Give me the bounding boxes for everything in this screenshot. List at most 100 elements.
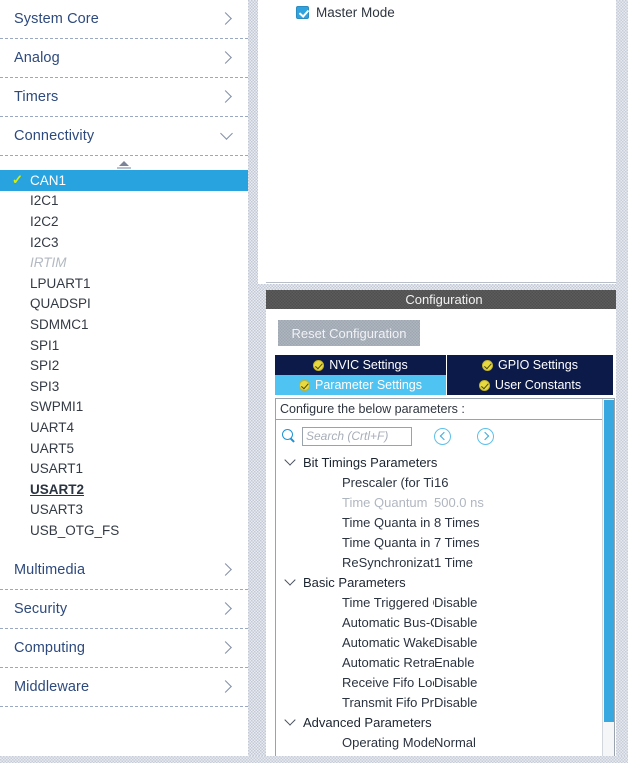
peripheral-list: ✓ CAN1 I2C1 I2C2 I2C3 IRTIM LPUART1 QUADSPI SDMM… (0, 170, 248, 541)
parameter-value[interactable]: Disable (434, 695, 614, 710)
chevron-right-icon (220, 641, 234, 655)
parameter-group-basic-parameters[interactable]: Basic Parameters (276, 572, 614, 592)
sidebar-item-usart2[interactable]: USART2 (0, 479, 248, 500)
tab-user-constants[interactable]: User Constants (447, 375, 613, 395)
scroll-up-bar (117, 166, 131, 169)
parameter-value[interactable]: Disable (434, 595, 614, 610)
sidebar-item-i2c2[interactable]: I2C2 (0, 211, 248, 232)
parameter-name: ReSynchronization Jump ... (342, 554, 434, 570)
sidebar-item-usb_otg_fs[interactable]: USB_OTG_FS (0, 520, 248, 541)
parameter-row[interactable]: Time Quanta in Bit Segm...8 Times (276, 512, 614, 532)
parameter-name: Automatic Retransmission (342, 654, 434, 670)
check-badge-icon (478, 379, 490, 391)
parameter-group-advanced-parameters[interactable]: Advanced Parameters (276, 712, 614, 732)
sidebar-item-label: SWPMI1 (30, 399, 84, 415)
parameter-value[interactable]: Disable (434, 615, 614, 630)
parameter-row[interactable]: Automatic Wake-Up ModeDisable (276, 632, 614, 652)
sidebar-item-label: IRTIM (30, 255, 67, 271)
chevron-right-icon (220, 12, 234, 26)
top-category-list: System Core Analog Timers Connectivity (0, 0, 248, 156)
sidebar-category-middleware[interactable]: Middleware (0, 668, 248, 707)
chevron-right-icon (220, 90, 234, 104)
category-label: Timers (14, 89, 59, 105)
sidebar-item-label: I2C3 (30, 234, 59, 250)
sidebar-category-security[interactable]: Security (0, 590, 248, 629)
parameter-scrollbar[interactable] (602, 399, 614, 757)
parameter-row[interactable]: Time Quanta in Bit Segm...7 Times (276, 532, 614, 552)
parameter-value[interactable]: Disable (434, 635, 614, 650)
check-badge-icon (299, 379, 310, 391)
tab-nvic-settings[interactable]: NVIC Settings (275, 355, 447, 375)
parameter-row[interactable]: Operating Mode Normal (276, 732, 614, 752)
sidebar-item-uart4[interactable]: UART4 (0, 417, 248, 438)
sidebar-item-label: SPI3 (30, 378, 60, 394)
parameter-row[interactable]: Time Triggered Communi...Disable (276, 592, 614, 612)
tab-gpio-settings[interactable]: GPIO Settings (447, 355, 613, 375)
parameter-row[interactable]: Receive Fifo Locked ModeDisable (276, 672, 614, 692)
category-label: Middleware (14, 678, 90, 695)
sidebar-item-label: USB_OTG_FS (30, 522, 120, 538)
parameter-group-bit-timings-parameters[interactable]: Bit Timings Parameters (276, 452, 614, 472)
parameter-row[interactable]: Transmit Fifo PriorityDisable (276, 692, 614, 712)
parameter-search-row (276, 420, 614, 452)
tab-parameter-settings[interactable]: Parameter Settings (275, 375, 447, 395)
parameter-name: Operating Mode (342, 734, 434, 750)
check-badge-icon (313, 359, 325, 371)
scroll-up-icon[interactable] (0, 156, 248, 170)
parameter-row[interactable]: Automatic RetransmissionEnable (276, 652, 614, 672)
parameter-value[interactable]: 8 Times (434, 515, 614, 530)
sidebar-category-connectivity[interactable]: Connectivity (0, 117, 248, 156)
sidebar-item-spi2[interactable]: SPI2 (0, 355, 248, 376)
parameter-row[interactable]: ReSynchronization Jump ...1 Time (276, 552, 614, 572)
parameter-value[interactable]: 7 Times (434, 535, 614, 550)
sidebar-item-label: I2C1 (30, 193, 59, 209)
tab-gpio-settings-label: GPIO Settings (498, 358, 578, 372)
right-panel: Master Mode Configuration Reset Configur… (258, 0, 628, 763)
sidebar-item-uart5[interactable]: UART5 (0, 438, 248, 459)
parameter-row[interactable]: Prescaler (for Time Quant...16 (276, 472, 614, 492)
sidebar-category-computing[interactable]: Computing (0, 629, 248, 668)
parameter-name: Time Quanta in Bit Segm... (342, 534, 434, 550)
sidebar-item-i2c3[interactable]: I2C3 (0, 232, 248, 253)
sidebar-item-label: USART2 (30, 481, 85, 497)
parameter-value: 500.0 ns (434, 494, 484, 510)
sidebar-item-label: UART5 (30, 440, 75, 456)
nav-forward-icon[interactable] (477, 427, 494, 445)
sidebar-item-spi3[interactable]: SPI3 (0, 376, 248, 397)
sidebar-item-irtim[interactable]: IRTIM (0, 252, 248, 273)
nav-back-icon[interactable] (434, 427, 451, 445)
sidebar-item-label: LPUART1 (30, 275, 91, 291)
sidebar-item-quadspi[interactable]: QUADSPI (0, 294, 248, 315)
sidebar-item-label: I2C2 (30, 213, 59, 229)
parameter-value[interactable]: 16 (434, 475, 614, 490)
sidebar-item-can1[interactable]: ✓ CAN1 (0, 170, 248, 191)
search-input[interactable] (302, 426, 412, 446)
sidebar-item-label: USART3 (30, 502, 84, 518)
parameter-value[interactable]: Disable (434, 675, 614, 690)
sidebar-item-usart3[interactable]: USART3 (0, 500, 248, 521)
sidebar-category-system-core[interactable]: System Core (0, 0, 248, 39)
parameter-value[interactable]: Normal (434, 735, 614, 750)
sidebar-item-swpmi1[interactable]: SWPMI1 (0, 397, 248, 418)
parameter-value[interactable]: 1 Time (434, 555, 614, 570)
sidebar-category-multimedia[interactable]: Multimedia (0, 551, 248, 590)
sidebar-item-usart1[interactable]: USART1 (0, 458, 248, 479)
parameter-value[interactable]: Enable (434, 655, 614, 670)
parameter-row[interactable]: Automatic Bus-Off Manag...Disable (276, 612, 614, 632)
sidebar-category-analog[interactable]: Analog (0, 39, 248, 78)
category-label: Connectivity (14, 128, 95, 144)
window-scrollbar[interactable] (616, 0, 628, 763)
sidebar-item-spi1[interactable]: SPI1 (0, 335, 248, 356)
parameter-scrollbar-thumb[interactable] (604, 400, 614, 722)
checkbox-checked-icon[interactable] (296, 6, 309, 19)
sidebar-item-label: SDMMC1 (30, 316, 89, 332)
master-mode-row[interactable]: Master Mode (266, 0, 621, 22)
sidebar-item-sdmmc1[interactable]: SDMMC1 (0, 314, 248, 335)
reset-configuration-button[interactable]: Reset Configuration (278, 320, 420, 346)
window-bottom-edge (0, 756, 628, 763)
sidebar-item-lpuart1[interactable]: LPUART1 (0, 273, 248, 294)
sidebar-item-i2c1[interactable]: I2C1 (0, 191, 248, 212)
sidebar-category-timers[interactable]: Timers (0, 78, 248, 117)
parameter-name: Receive Fifo Locked Mode (342, 674, 434, 690)
parameter-hint-label: Configure the below parameters : (276, 399, 614, 420)
